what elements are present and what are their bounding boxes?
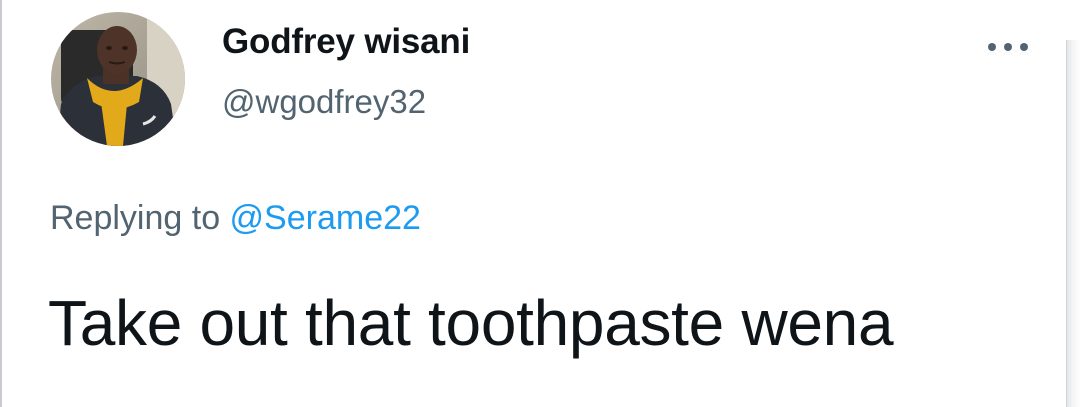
left-border	[0, 0, 2, 407]
scrollbar[interactable]	[1066, 40, 1080, 407]
avatar-photo	[51, 12, 185, 146]
reply-context: Replying to @Serame22	[50, 199, 421, 238]
author-display-name[interactable]: Godfrey wisani	[222, 22, 470, 62]
reply-mention-link[interactable]: @Serame22	[230, 199, 421, 237]
author-handle[interactable]: @wgodfrey32	[222, 83, 426, 121]
avatar[interactable]	[51, 12, 185, 146]
tweet-text: Take out that toothpaste wena	[48, 287, 894, 359]
more-horizontal-icon	[988, 43, 1028, 51]
tweet: Godfrey wisani @wgodfrey32 Replying to @…	[0, 0, 1080, 407]
more-options-button[interactable]	[982, 30, 1034, 64]
reply-context-prefix: Replying to	[50, 199, 230, 237]
